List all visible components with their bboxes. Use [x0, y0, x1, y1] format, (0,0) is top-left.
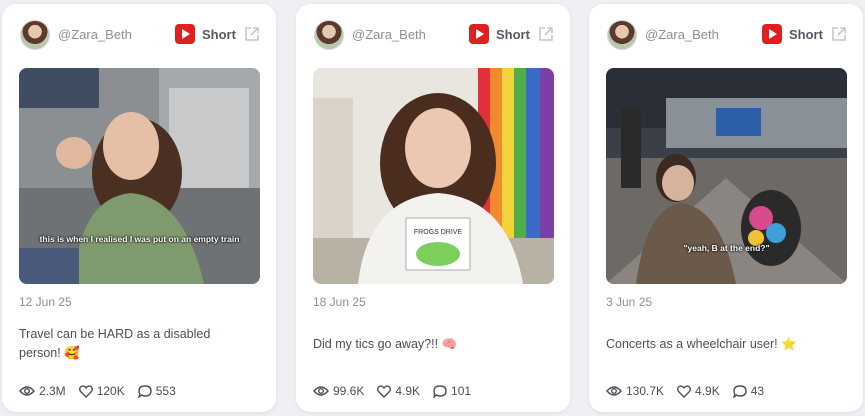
comments-count: 553 [155, 384, 176, 398]
video-title[interactable]: Travel can be HARD as a disabled person!… [19, 325, 249, 363]
youtube-icon [469, 24, 489, 44]
external-link-icon[interactable] [830, 25, 848, 43]
heart-icon [78, 384, 93, 398]
stats-row: 130.7K 4.9K 43 [606, 382, 777, 400]
heart-icon [677, 384, 692, 398]
external-link-icon[interactable] [537, 25, 555, 43]
comments-stat: 553 [137, 384, 176, 398]
video-thumbnail[interactable]: this is when I realised I was put on an … [19, 68, 260, 284]
youtube-icon [175, 24, 195, 44]
video-title[interactable]: Concerts as a wheelchair user! ⭐ [606, 335, 836, 354]
creator-handle[interactable]: @Zara_Beth [352, 27, 426, 42]
comment-icon [732, 384, 747, 398]
stats-row: 99.6K 4.9K 101 [313, 382, 484, 400]
heart-icon [377, 384, 392, 398]
stats-row: 2.3M 120K 553 [19, 382, 189, 400]
external-link-icon[interactable] [243, 25, 261, 43]
eye-icon [19, 386, 35, 396]
creator-handle[interactable]: @Zara_Beth [58, 27, 132, 42]
comment-icon [137, 384, 152, 398]
card-header: @Zara_Beth Short [296, 18, 570, 50]
video-card[interactable]: @Zara_Beth Short "yeah, B at the end?" 3… [589, 4, 863, 412]
likes-stat: 120K [78, 384, 125, 398]
publish-date: 3 Jun 25 [606, 295, 653, 309]
eye-icon [606, 386, 622, 396]
likes-stat: 4.9K [677, 384, 720, 398]
video-card[interactable]: @Zara_Beth Short this is when I realised… [2, 4, 276, 412]
views-stat: 99.6K [313, 384, 364, 398]
comments-stat: 101 [433, 384, 471, 398]
avatar[interactable] [20, 20, 50, 50]
video-thumbnail[interactable]: "yeah, B at the end?" [606, 68, 847, 284]
video-overlay-caption: this is when I realised I was put on an … [39, 234, 240, 244]
video-type-label: Short [496, 27, 530, 42]
publish-date: 12 Jun 25 [19, 295, 72, 309]
video-title[interactable]: Did my tics go away?!! 🧠 [313, 335, 543, 354]
likes-stat: 4.9K [377, 384, 420, 398]
creator-handle[interactable]: @Zara_Beth [645, 27, 719, 42]
youtube-icon [762, 24, 782, 44]
card-header: @Zara_Beth Short [589, 18, 863, 50]
publish-date: 18 Jun 25 [313, 295, 366, 309]
views-count: 2.3M [39, 384, 66, 398]
likes-count: 4.9K [395, 384, 421, 398]
video-card[interactable]: @Zara_Beth Short FROGS DRIVE 18 Jun 25 D… [296, 4, 570, 412]
avatar[interactable] [314, 20, 344, 50]
card-header: @Zara_Beth Short [2, 18, 276, 50]
comment-icon [433, 384, 447, 398]
views-count: 130.7K [626, 384, 665, 398]
views-stat: 2.3M [19, 384, 66, 398]
video-overlay-caption: "yeah, B at the end?" [683, 243, 770, 253]
shirt-text: FROGS DRIVE [414, 229, 463, 236]
likes-count: 120K [96, 384, 125, 398]
video-type-label: Short [202, 27, 236, 42]
avatar[interactable] [607, 20, 637, 50]
eye-icon [313, 386, 329, 396]
comments-stat: 43 [732, 384, 765, 398]
views-stat: 130.7K [606, 384, 664, 398]
views-count: 99.6K [333, 384, 365, 398]
video-type-label: Short [789, 27, 823, 42]
likes-count: 4.9K [695, 384, 720, 398]
video-thumbnail[interactable]: FROGS DRIVE [313, 68, 554, 284]
comments-count: 101 [451, 384, 472, 398]
comments-count: 43 [750, 384, 765, 398]
